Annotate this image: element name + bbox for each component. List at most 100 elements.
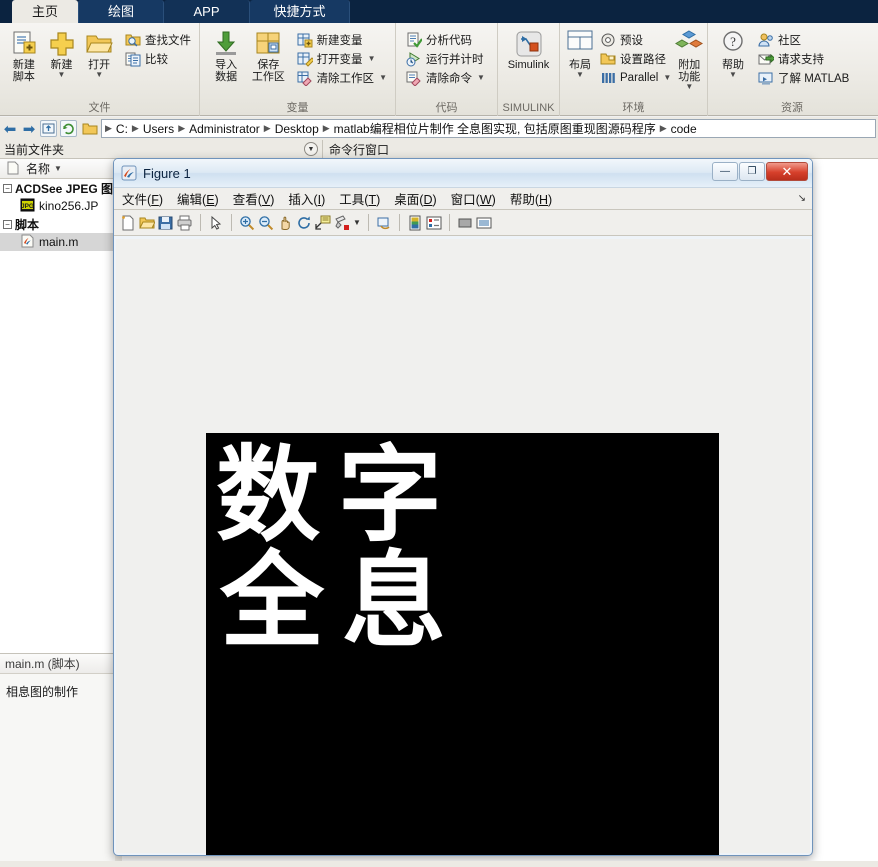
pointer-icon[interactable] (208, 215, 224, 231)
clear-commands-caret-icon[interactable]: ▼ (477, 73, 485, 82)
learn-matlab-button[interactable]: 了解 MATLAB (755, 68, 852, 87)
clear-workspace-button[interactable]: 清除工作区 ▼ (294, 68, 390, 87)
collapse-toggle-icon[interactable]: − (3, 183, 12, 193)
new-button[interactable]: 新建 ▼ (43, 26, 81, 79)
resources-small-buttons: 社区 请求支持 了解 MATLAB (755, 26, 852, 87)
find-files-button[interactable]: 查找文件 (122, 30, 194, 49)
add-ons-caret-icon[interactable]: ▼ (685, 83, 693, 91)
clear-workspace-label: 清除工作区 (316, 72, 375, 85)
help-button[interactable]: ? 帮助 ▼ (713, 26, 753, 79)
variable-small-buttons: 新建变量 打开变量 ▼ 清除工作区 ▼ (294, 26, 390, 87)
forward-arrow-icon[interactable]: ➡ (21, 120, 37, 138)
breadcrumb-item-drive[interactable]: C: (113, 122, 131, 136)
tab-plots[interactable]: 绘图 (78, 0, 164, 23)
colorbar-icon[interactable] (407, 215, 423, 231)
rotate-3d-icon[interactable] (296, 215, 312, 231)
menu-file[interactable]: 文件(F) (122, 189, 163, 208)
community-button[interactable]: 社区 (755, 30, 852, 49)
open-variable-button[interactable]: 打开变量 ▼ (294, 49, 390, 68)
breadcrumb-item-users[interactable]: Users (140, 122, 177, 136)
legend-icon[interactable] (426, 215, 442, 231)
menu-view[interactable]: 查看(V) (233, 189, 275, 208)
link-plot-icon[interactable] (376, 215, 392, 231)
menu-desktop[interactable]: 桌面(D) (394, 189, 436, 208)
compare-button[interactable]: 比较 (122, 49, 194, 68)
open-caret-icon[interactable]: ▼ (95, 71, 103, 79)
new-caret-icon[interactable]: ▼ (58, 71, 66, 79)
close-button[interactable]: ✕ (766, 162, 808, 181)
new-figure-icon[interactable] (120, 215, 136, 231)
menu-edit[interactable]: 编辑(E) (177, 189, 219, 208)
back-arrow-icon[interactable]: ⬅ (2, 120, 18, 138)
set-path-icon (600, 51, 616, 67)
add-ons-button[interactable]: 附加功能 ▼ (674, 26, 704, 91)
minimize-button[interactable]: — (712, 162, 738, 181)
up-folder-icon[interactable] (40, 120, 57, 137)
breadcrumb[interactable]: ▶ C: ▶ Users ▶ Administrator ▶ Desktop ▶… (101, 119, 876, 138)
maximize-button[interactable]: ❐ (739, 162, 765, 181)
open-variable-caret-icon[interactable]: ▼ (368, 54, 376, 63)
zoom-out-icon[interactable] (258, 215, 274, 231)
hide-plot-tools-icon[interactable] (457, 215, 473, 231)
simulink-icon (514, 29, 544, 59)
collapse-toggle-icon[interactable]: − (3, 219, 12, 229)
brush-icon[interactable] (334, 214, 350, 231)
breadcrumb-item-desktop[interactable]: Desktop (272, 122, 322, 136)
menu-window[interactable]: 窗口(W) (451, 189, 496, 208)
menu-insert[interactable]: 插入(I) (288, 189, 325, 208)
new-variable-button[interactable]: 新建变量 (294, 30, 390, 49)
save-workspace-button[interactable]: 保存 工作区 (247, 26, 289, 83)
show-plot-tools-icon[interactable] (476, 215, 492, 231)
clear-workspace-caret-icon[interactable]: ▼ (379, 73, 387, 82)
tab-home[interactable]: 主页 (12, 0, 78, 23)
import-data-button[interactable]: 导入 数据 (205, 26, 247, 83)
figure-canvas[interactable]: 数字 全息 ✧ ✧ (116, 239, 810, 855)
hologram-image[interactable]: 数字 全息 (206, 433, 719, 855)
breadcrumb-item-administrator[interactable]: Administrator (186, 122, 263, 136)
tree-group-scripts[interactable]: − 脚本 (0, 215, 121, 233)
help-caret-icon[interactable]: ▼ (729, 71, 737, 79)
run-and-time-button[interactable]: 运行并计时 (403, 49, 488, 68)
window-controls: — ❐ ✕ (712, 162, 808, 181)
tree-item-main-m[interactable]: main.m (0, 233, 121, 251)
request-support-button[interactable]: 请求支持 (755, 49, 852, 68)
hologram-text-line2: 全息 (220, 539, 465, 662)
tree-item-label: main.m (39, 235, 79, 249)
pan-icon[interactable] (277, 215, 293, 231)
new-script-button[interactable]: 新建 脚本 (5, 26, 43, 83)
sort-descending-icon[interactable]: ▼ (54, 164, 62, 173)
tab-shortcuts[interactable]: 快捷方式 (250, 0, 350, 23)
simulink-button[interactable]: Simulink (503, 26, 554, 71)
brush-caret-icon[interactable]: ▼ (353, 218, 361, 227)
refresh-icon[interactable] (60, 120, 77, 137)
breadcrumb-item-code[interactable]: code (668, 122, 700, 136)
open-file-icon[interactable] (139, 215, 156, 231)
menu-overflow-icon[interactable]: ↘ (798, 193, 806, 204)
zoom-in-icon[interactable] (239, 215, 255, 231)
figure-window[interactable]: Figure 1 — ❐ ✕ 文件(F) 编辑(E) 查看(V) 插入(I) 工… (113, 158, 813, 856)
preferences-label: 预设 (620, 34, 643, 47)
import-data-label-2: 数据 (215, 71, 238, 83)
parallel-caret-icon[interactable]: ▼ (663, 73, 671, 82)
layout-caret-icon[interactable]: ▼ (576, 71, 584, 79)
menu-help[interactable]: 帮助(H) (510, 189, 552, 208)
data-cursor-icon[interactable] (315, 215, 331, 231)
file-list-column-header[interactable]: 名称 ▼ (0, 159, 121, 179)
open-button[interactable]: 打开 ▼ (80, 26, 118, 79)
tree-item-kino256[interactable]: JPG kino256.JP (0, 197, 121, 215)
layout-button[interactable]: 布局 ▼ (565, 26, 595, 79)
menu-tools[interactable]: 工具(T) (339, 189, 380, 208)
set-path-button[interactable]: 设置路径 (597, 49, 674, 68)
save-figure-icon[interactable] (158, 215, 174, 231)
analyze-code-button[interactable]: 分析代码 (403, 30, 488, 49)
print-figure-icon[interactable] (177, 215, 193, 231)
tree-group-acdsee[interactable]: − ACDSee JPEG 图 (0, 179, 121, 197)
parallel-button[interactable]: Parallel ▼ (597, 68, 674, 87)
breadcrumb-item-project[interactable]: matlab编程相位片制作 全息图实现, 包括原图重现图源码程序 (331, 120, 659, 137)
ribbon-group-label-simulink: SIMULINK (502, 102, 555, 114)
clear-commands-button[interactable]: 清除命令 ▼ (403, 68, 488, 87)
figure-title-bar[interactable]: Figure 1 — ❐ ✕ (114, 159, 812, 187)
tab-apps[interactable]: APP (164, 0, 250, 23)
preferences-button[interactable]: 预设 (597, 30, 674, 49)
panel-options-button[interactable]: ▼ (304, 142, 318, 156)
